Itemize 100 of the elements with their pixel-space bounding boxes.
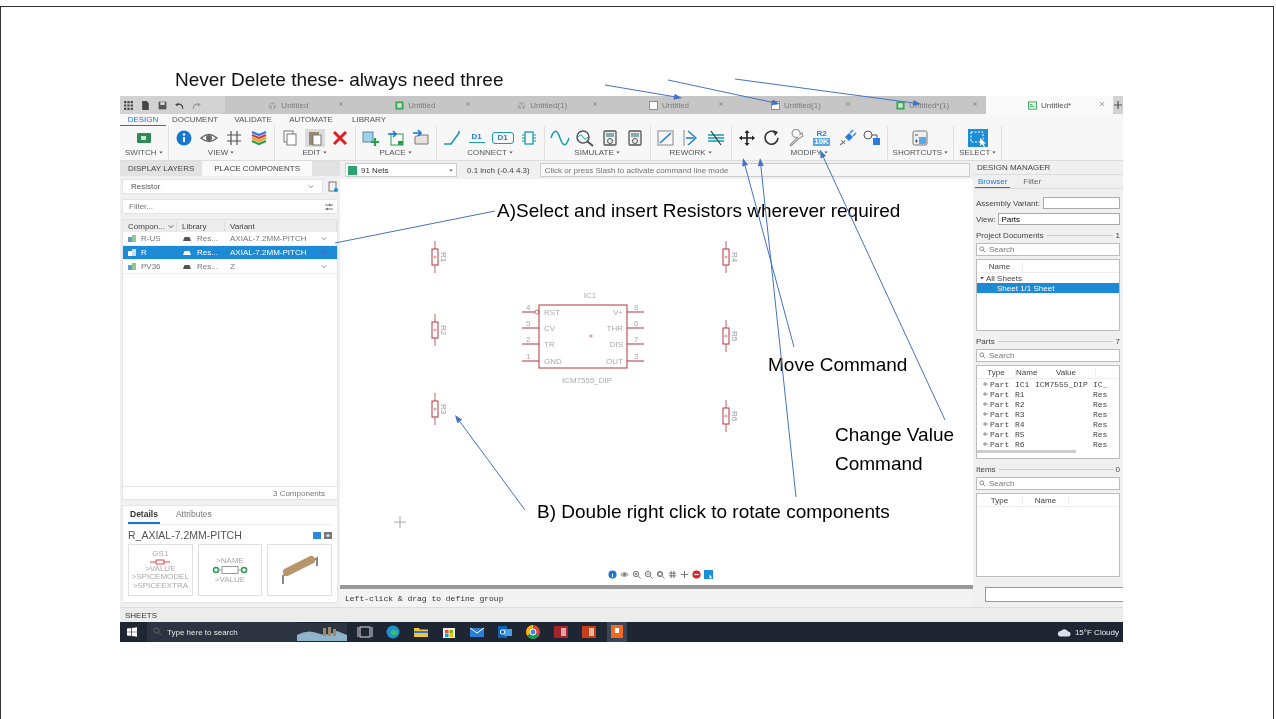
column-header[interactable]: Name [977,261,1023,271]
column-header[interactable]: Type [977,367,1016,377]
strike-lines-icon[interactable] [705,128,726,147]
assembly-variant-field[interactable] [1042,197,1120,209]
input-field[interactable] [985,587,1123,602]
details-tab[interactable]: Attributes [175,509,212,524]
expand-arrow-icon[interactable] [980,276,984,280]
search-field[interactable]: Search [976,477,1120,490]
column-header[interactable]: Type [977,495,1023,505]
library-icon[interactable] [328,181,338,192]
net-dropdown[interactable]: 91 Nets [345,163,457,177]
pin-number: 7 [634,335,639,344]
crosshair-icon [393,515,407,529]
table-cell-text: Res [1093,409,1109,419]
section-count: 1 [1115,231,1120,240]
toolbar-group-label[interactable]: PLACE [379,148,406,157]
board-icon [395,100,405,110]
rotate-icon[interactable] [761,128,782,147]
toolbar-group-label[interactable]: VIEW [207,148,229,157]
zoom-in-icon[interactable] [632,570,641,579]
ribbon-tab[interactable]: VALIDATE [224,114,282,126]
filter-field[interactable]: Filter... [122,199,338,214]
close-icon[interactable] [1099,101,1105,107]
column-header[interactable]: Name [1016,367,1037,377]
column-header[interactable]: Compon... [123,221,177,231]
symbol-text: >SPICEEXTRA [132,581,188,590]
zoom-fit-icon[interactable] [656,570,665,579]
library-dropdown[interactable]: Resistor [122,179,323,194]
file-icon[interactable] [140,99,151,111]
grid-menu-icon[interactable] [123,99,134,111]
file-tab[interactable]: Untitled* [986,96,1113,114]
import-box-icon[interactable] [410,128,431,147]
eye-icon[interactable] [620,570,629,579]
search-field[interactable]: Search [976,349,1120,362]
component-icon [128,249,136,256]
import-icon[interactable] [385,128,406,147]
details-tab[interactable]: Details [128,509,160,524]
toolbar-group-label[interactable]: SWITCH [125,148,157,157]
browser-tab[interactable]: Browser [975,175,1011,188]
toolbar-group-label[interactable]: REWORK [669,148,706,157]
ribbon-tab[interactable]: AUTOMATE [282,114,340,126]
component-row[interactable]: PV36 Res... Z [123,260,337,274]
pin-label: GND [544,357,562,366]
add-part-icon[interactable] [360,128,381,147]
value-button[interactable]: R2 10K [811,129,832,146]
image-icon[interactable] [313,531,321,539]
component-row[interactable]: R Res... AXIAL-7.2MM-PITCH [123,246,337,260]
toolbar-group-label[interactable]: SIMULATE [574,148,614,157]
wire-icon[interactable] [441,128,462,147]
app-tile-icon[interactable] [607,622,627,642]
zoom-out-icon[interactable] [644,570,653,579]
section-title: Project Documents [976,231,1044,240]
column-header[interactable]: Value [1037,367,1096,377]
ribbon-tab[interactable]: DOCUMENT [166,114,224,126]
plus-icon[interactable] [1114,101,1122,109]
section-count: 0 [1115,465,1120,474]
section-title: Parts [976,337,995,346]
paste-icon[interactable] [304,128,325,147]
sine-wave-icon[interactable] [549,128,570,147]
panel-tab[interactable]: PLACE COMPONENTS [202,161,313,176]
toolbar-group-label[interactable]: CONNECT [467,148,507,157]
settings-icon[interactable] [324,531,332,539]
table-cell-text: R6 [1015,439,1026,449]
toolbar-group-label[interactable]: MODIFY [790,148,822,157]
caret-icon [449,168,453,172]
round-browser-icon[interactable] [523,622,543,642]
table-cell: Part [990,429,1010,439]
toolbar-group-label[interactable]: SELECT [959,148,991,157]
shortcut-window-icon[interactable] [910,128,931,147]
browser-tab[interactable]: Filter [1020,175,1045,188]
column-header[interactable]: Name [1023,495,1069,505]
sliders-icon[interactable] [324,203,334,211]
ribbon-tab[interactable]: LIBRARY [340,114,398,126]
diode-label-button[interactable]: D1 [466,132,487,143]
column-header[interactable]: Library [177,221,225,231]
library-name: Res... [197,262,218,271]
column-header[interactable]: Variant [225,221,337,231]
coordinate-readout: 0.1 inch (-0.4 4.3) [467,165,530,175]
save-icon[interactable] [157,99,168,111]
toolbar-group-label[interactable]: EDIT [302,148,321,157]
tree-item[interactable]: All Sheets [977,273,1119,283]
taskbar-search-field[interactable]: Type here to search [147,622,297,642]
replace-icon[interactable] [861,128,882,147]
component-name: R-US [141,234,161,243]
info-icon[interactable] [608,570,617,579]
grid-icon[interactable] [668,570,677,579]
command-line-field[interactable]: Click or press Slash to activate command line mode [539,163,970,177]
select-icon[interactable] [967,128,988,147]
stop-icon[interactable] [692,570,701,579]
start-icon[interactable] [127,627,137,637]
search-field[interactable]: Search [976,243,1120,256]
net-label-button[interactable]: D1 [491,131,514,144]
plus-icon[interactable] [680,570,689,579]
toolbar-group-label[interactable]: SHORTCUTS [892,148,943,157]
view-field[interactable]: Parts [998,213,1120,225]
bend-icon[interactable] [655,128,676,147]
symbol-text: >VALUE [145,564,176,573]
select-icon[interactable] [704,570,713,579]
tree-item[interactable]: Sheet 1/1 Sheet [977,283,1119,293]
magnifier-icon[interactable] [574,128,595,147]
